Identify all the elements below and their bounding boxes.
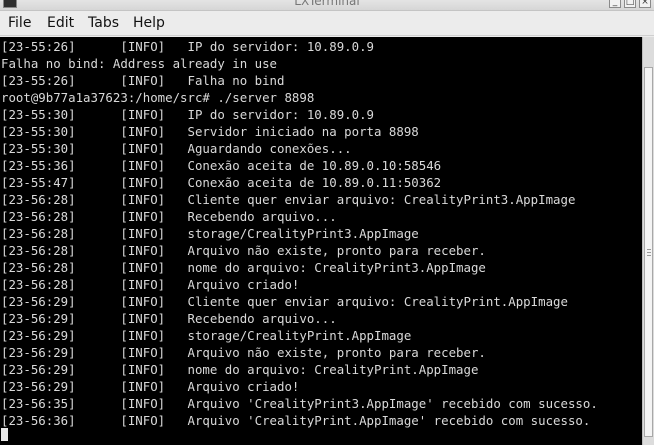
menu-bar: File Edit Tabs Help	[0, 11, 654, 36]
terminal-line: Falha no bind: Address already in use	[1, 56, 278, 71]
terminal-line: [23-56:29] [INFO] Arquivo não existe, pr…	[1, 345, 486, 360]
terminal-window: LXTerminal _ □ × File Edit Tabs Help [23…	[0, 0, 654, 445]
terminal-lines: [23-55:26] [INFO] IP do servidor: 10.89.…	[1, 38, 598, 429]
grip-line	[647, 252, 651, 253]
terminal-line: [23-56:29] [INFO] storage/CrealityPrint.…	[1, 328, 412, 343]
terminal-line: [23-56:28] [INFO] storage/CrealityPrint3…	[1, 226, 419, 241]
terminal-line: [23-56:36] [INFO] Arquivo 'CrealityPrint…	[1, 413, 591, 428]
menu-file[interactable]: File	[8, 14, 31, 32]
scrollbar-thumb[interactable]	[644, 67, 653, 437]
terminal-line: [23-56:28] [INFO] Arquivo criado!	[1, 277, 300, 292]
menu-help[interactable]: Help	[133, 14, 165, 32]
terminal-line: [23-56:29] [INFO] Recebendo arquivo...	[1, 311, 337, 326]
terminal-line: [23-56:29] [INFO] nome do arquivo: Creal…	[1, 362, 479, 377]
window-title: LXTerminal	[294, 0, 360, 8]
grip-line	[647, 255, 651, 256]
close-button[interactable]: ×	[639, 0, 651, 8]
terminal-line: [23-55:36] [INFO] Conexão aceita de 10.8…	[1, 158, 442, 173]
title-bar[interactable]: LXTerminal _ □ ×	[0, 0, 654, 11]
terminal-line: [23-55:30] [INFO] Aguardando conexões...	[1, 141, 352, 156]
terminal-output[interactable]: [23-55:26] [INFO] IP do servidor: 10.89.…	[0, 37, 642, 445]
terminal-line: [23-55:26] [INFO] Falha no bind	[1, 73, 285, 88]
terminal-line: [23-56:28] [INFO] Recebendo arquivo...	[1, 209, 337, 224]
terminal-line: [23-56:29] [INFO] Cliente quer enviar ar…	[1, 294, 568, 309]
grip-line	[647, 249, 651, 250]
terminal-line: [23-56:28] [INFO] nome do arquivo: Creal…	[1, 260, 486, 275]
terminal-line: [23-56:29] [INFO] Arquivo criado!	[1, 379, 300, 394]
terminal-line: [23-56:28] [INFO] Arquivo não existe, pr…	[1, 243, 486, 258]
menu-edit[interactable]: Edit	[47, 14, 74, 32]
terminal-line: [23-55:30] [INFO] Servidor iniciado na p…	[1, 124, 419, 139]
text-cursor	[1, 428, 8, 441]
vertical-scrollbar[interactable]	[642, 37, 654, 445]
menu-tabs[interactable]: Tabs	[88, 14, 119, 32]
terminal-line: [23-56:28] [INFO] Cliente quer enviar ar…	[1, 192, 576, 207]
terminal-line: [23-56:35] [INFO] Arquivo 'CrealityPrint…	[1, 396, 598, 411]
terminal-line: [23-55:47] [INFO] Conexão aceita de 10.8…	[1, 175, 442, 190]
terminal-line: root@9b77a1a37623:/home/src# ./server 88…	[1, 90, 315, 105]
terminal-line: [23-55:30] [INFO] IP do servidor: 10.89.…	[1, 107, 374, 122]
maximize-button[interactable]: □	[624, 0, 636, 8]
terminal-line: [23-55:26] [INFO] IP do servidor: 10.89.…	[1, 39, 374, 54]
minimize-button[interactable]: _	[609, 0, 621, 8]
